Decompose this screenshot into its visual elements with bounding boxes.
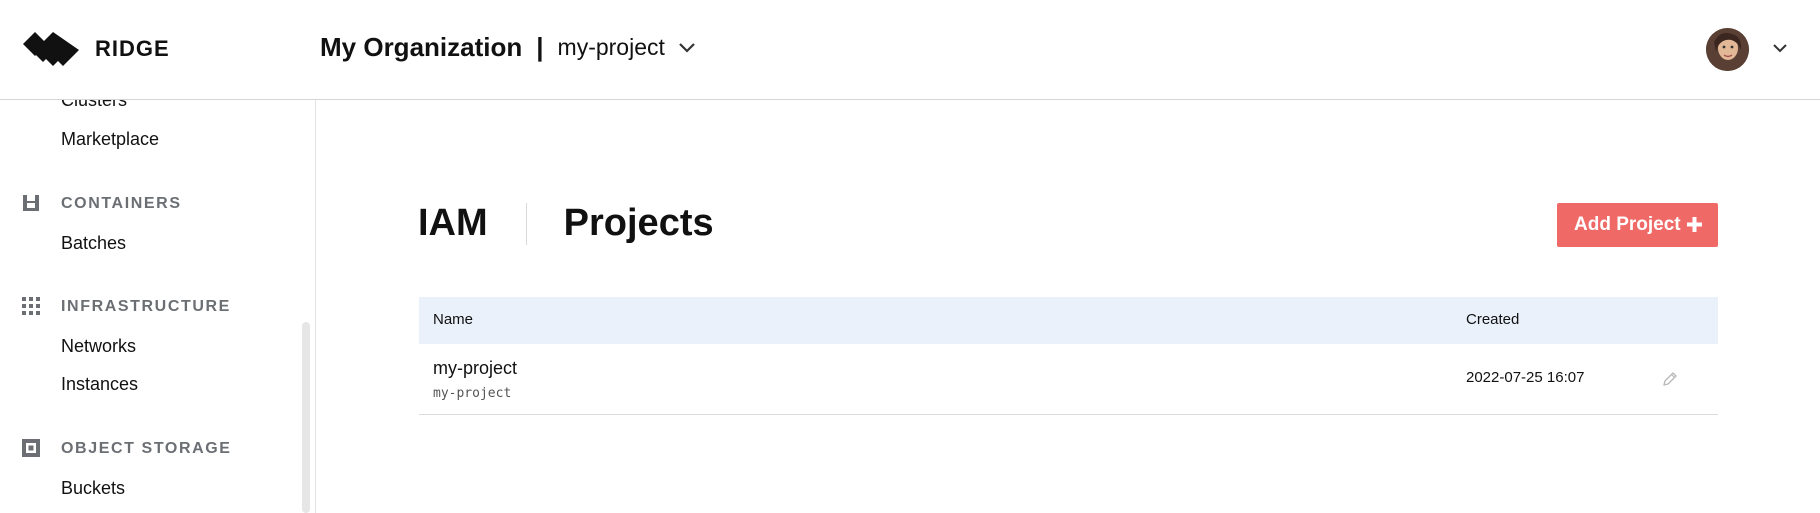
pencil-icon[interactable] <box>1661 370 1679 388</box>
sidebar-item-marketplace[interactable]: Marketplace <box>61 129 159 150</box>
org-project-switcher[interactable]: My Organization | my-project <box>320 32 665 63</box>
table-row[interactable]: my-project my-project 2022-07-25 16:07 <box>419 344 1718 415</box>
sidebar-scrollbar[interactable] <box>302 322 310 513</box>
breadcrumb-separator: | <box>536 32 544 62</box>
sidebar-item-networks[interactable]: Networks <box>61 336 136 357</box>
logo[interactable]: RIDGE <box>23 28 170 70</box>
column-header-name[interactable]: Name <box>433 311 473 328</box>
section-title-object-storage: OBJECT STORAGE <box>61 440 232 457</box>
sidebar-item-batches[interactable]: Batches <box>61 233 126 254</box>
sidebar-item-clusters[interactable]: Clusters <box>61 100 127 111</box>
sidebar-item-buckets[interactable]: Buckets <box>61 478 125 499</box>
sidebar-item-instances[interactable]: Instances <box>61 374 138 395</box>
project-name-link[interactable]: my-project <box>433 358 517 379</box>
grid-dots-icon <box>22 297 40 315</box>
page-tabs: IAM Projects <box>418 202 714 245</box>
storage-icon <box>22 439 40 457</box>
add-project-label: Add Project <box>1574 214 1681 235</box>
tab-divider <box>525 202 527 245</box>
logo-text: RIDGE <box>95 36 170 61</box>
tab-iam[interactable]: IAM <box>418 202 488 245</box>
plus-icon <box>1687 217 1702 232</box>
container-icon <box>23 195 39 211</box>
top-header: RIDGE My Organization | my-project <box>0 0 1820 100</box>
chevron-down-icon[interactable] <box>676 36 698 58</box>
section-title-infrastructure: INFRASTRUCTURE <box>61 298 231 315</box>
project-id: my-project <box>433 386 512 401</box>
tab-projects[interactable]: Projects <box>564 202 714 245</box>
organization-name: My Organization <box>320 32 523 62</box>
ridge-logo-icon <box>23 32 79 66</box>
section-title-containers: CONTAINERS <box>61 195 182 212</box>
chevron-down-icon[interactable] <box>1770 38 1790 58</box>
project-created-date: 2022-07-25 16:07 <box>1466 369 1585 386</box>
sidebar: Clusters Marketplace CONTAINERS Batches … <box>0 100 316 513</box>
projects-table: Name Created my-project my-project 2022-… <box>419 297 1718 415</box>
main-content: IAM Projects Add Project Name Created my… <box>316 100 1820 513</box>
column-header-created[interactable]: Created <box>1466 311 1519 328</box>
table-header: Name Created <box>419 297 1718 344</box>
add-project-button[interactable]: Add Project <box>1557 203 1718 247</box>
project-name: my-project <box>557 34 665 60</box>
avatar[interactable] <box>1706 28 1749 71</box>
